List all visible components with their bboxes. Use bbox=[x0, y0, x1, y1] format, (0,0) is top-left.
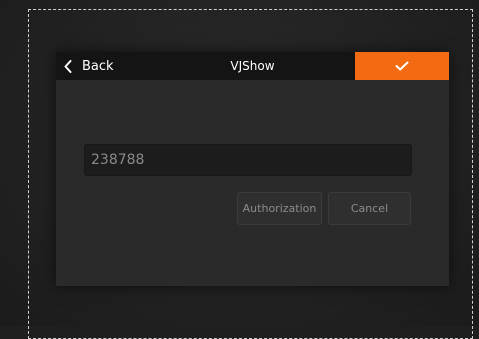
authorization-button[interactable]: Authorization bbox=[237, 192, 322, 225]
back-button[interactable]: Back bbox=[64, 52, 114, 80]
back-label: Back bbox=[82, 58, 114, 74]
dialog-titlebar: Back VJShow bbox=[56, 52, 449, 80]
authorization-dialog: Back VJShow Authorization Cancel bbox=[56, 52, 449, 286]
dialog-title: VJShow bbox=[230, 59, 275, 73]
chevron-left-icon bbox=[64, 59, 72, 73]
checkmark-icon bbox=[395, 61, 409, 71]
cancel-button[interactable]: Cancel bbox=[328, 192, 411, 225]
confirm-button[interactable] bbox=[355, 52, 449, 80]
authorization-code-input[interactable] bbox=[84, 144, 412, 176]
